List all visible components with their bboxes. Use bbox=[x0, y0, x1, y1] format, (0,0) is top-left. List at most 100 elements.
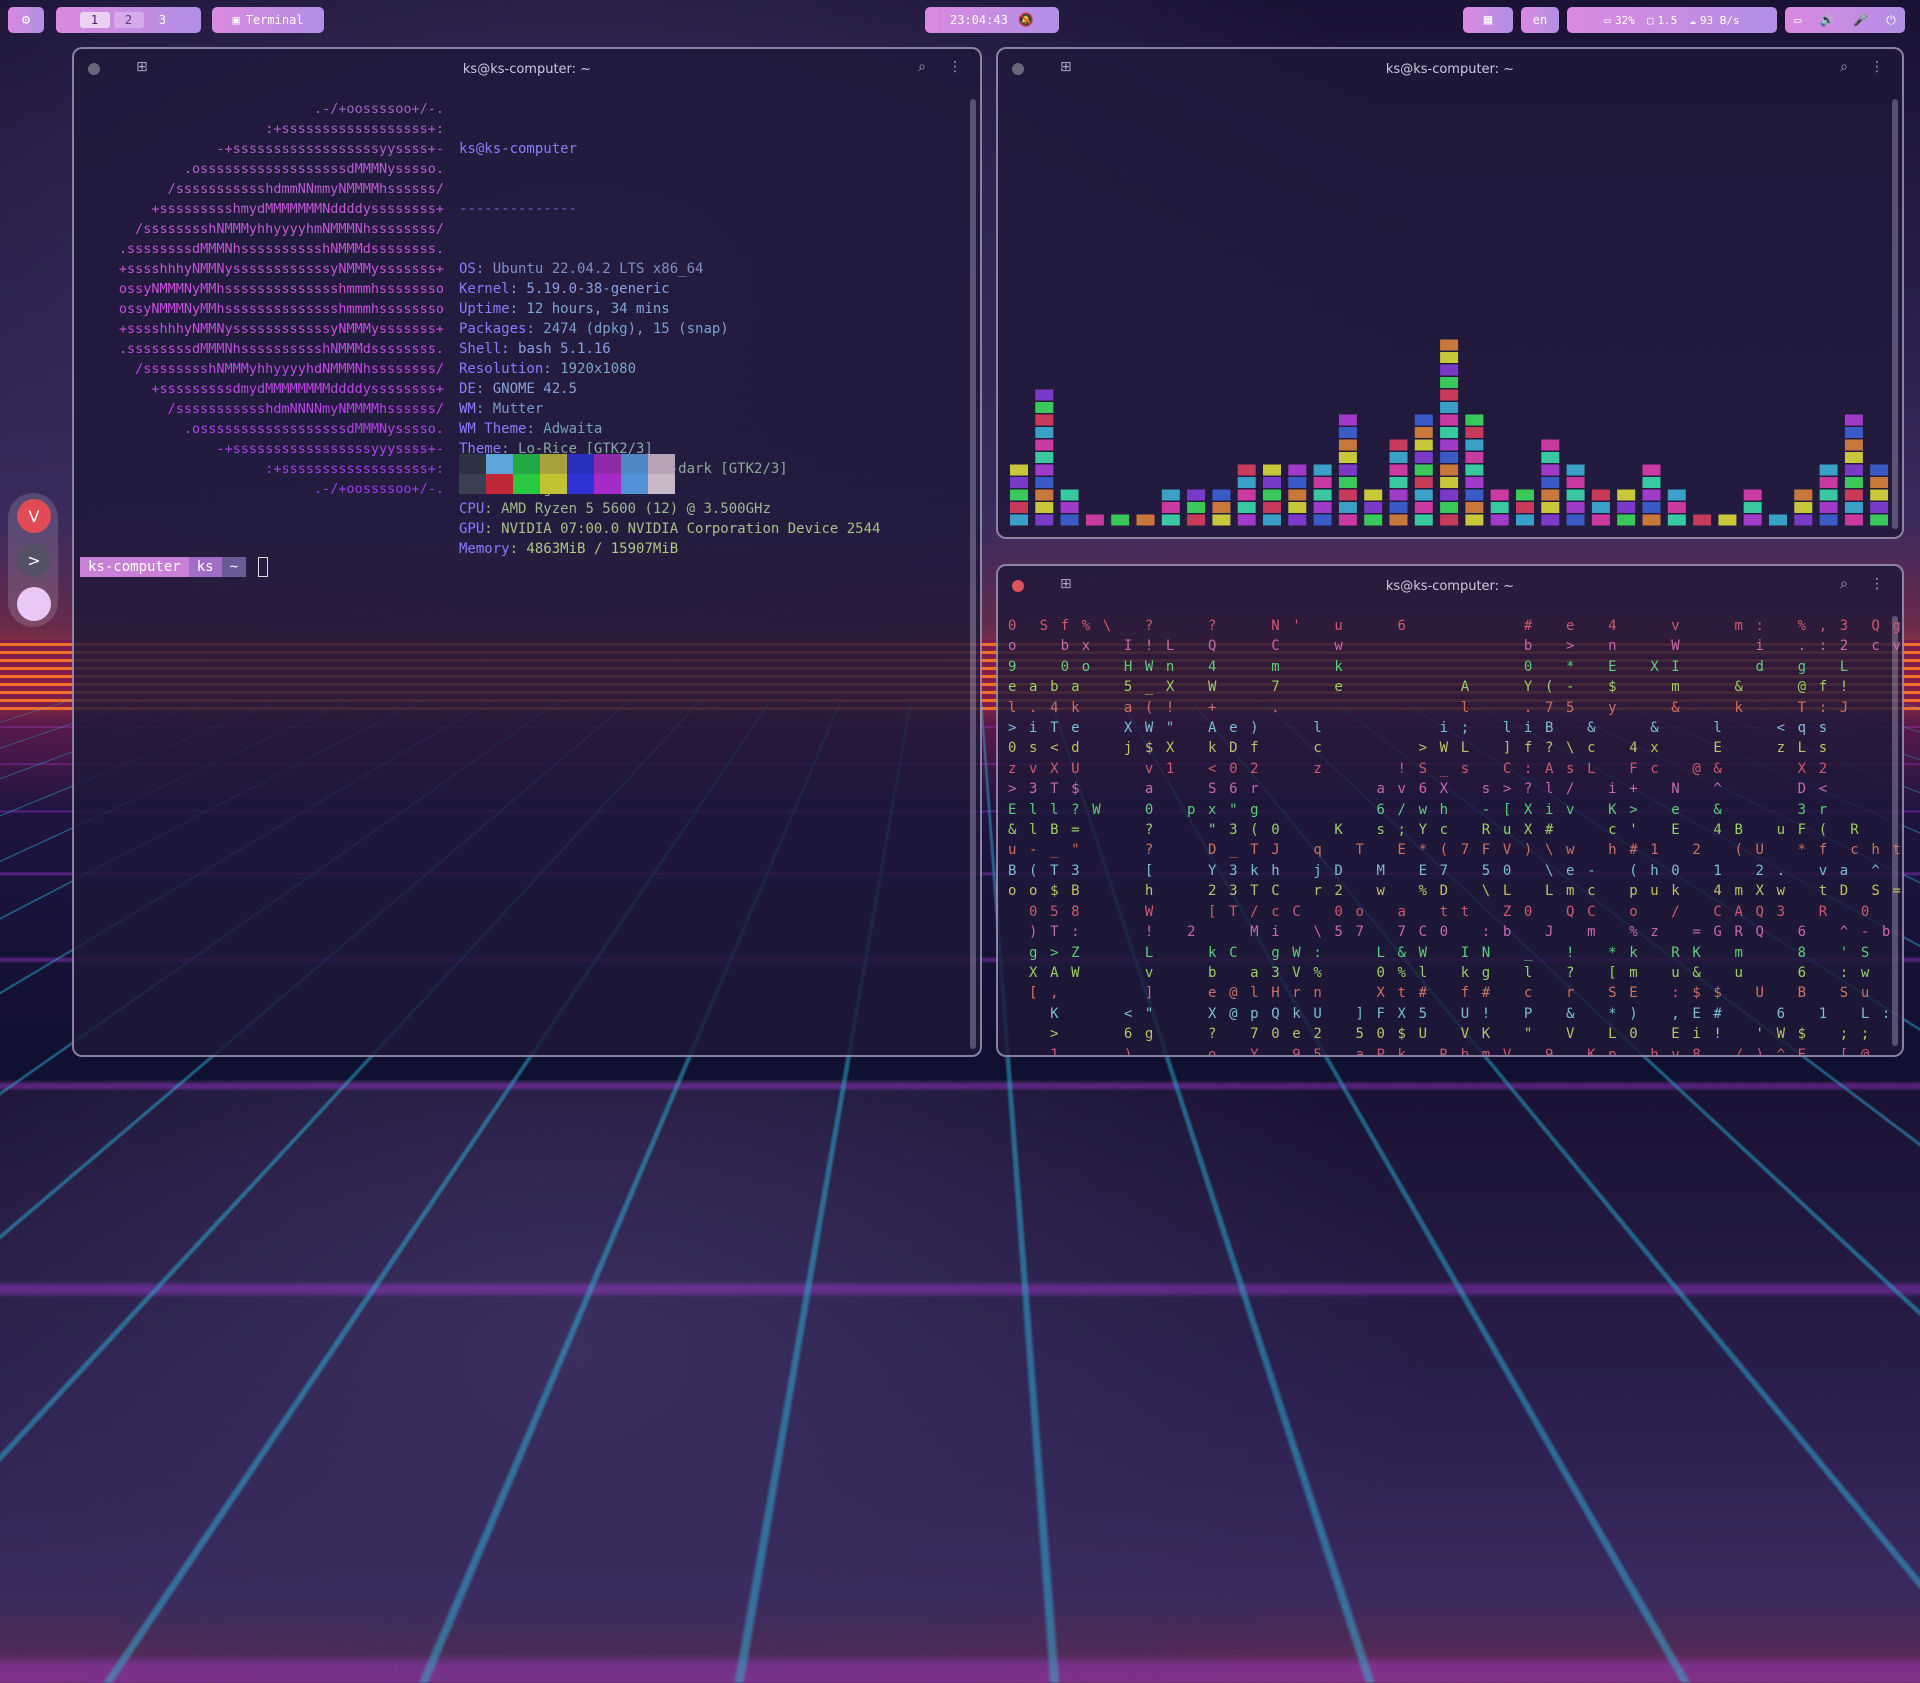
window-title: ks@ks-computer: ~ bbox=[74, 62, 980, 77]
menu-icon[interactable]: ⋮ bbox=[1870, 59, 1884, 75]
matrix-line: > i T e X W " A e ) l i ; l i B & & l < … bbox=[1008, 718, 1892, 738]
visualizer-bar bbox=[1794, 502, 1812, 513]
color-swatch bbox=[540, 454, 567, 474]
menu-icon[interactable]: ⋮ bbox=[948, 59, 962, 75]
activities-button[interactable]: ⚙ bbox=[8, 7, 44, 33]
visualizer-bar bbox=[1288, 515, 1306, 526]
search-icon[interactable]: ⌕ bbox=[1840, 59, 1848, 75]
visualizer-bar bbox=[1491, 515, 1509, 526]
visualizer-bar bbox=[1820, 515, 1838, 526]
visualizer-bar bbox=[1035, 515, 1053, 526]
prompt-path: ~ bbox=[222, 557, 246, 577]
visualizer-bar bbox=[1339, 465, 1357, 476]
visualizer-bar bbox=[1035, 477, 1053, 488]
app-grid-icon[interactable] bbox=[17, 587, 51, 621]
visualizer-bar bbox=[1465, 415, 1483, 426]
neofetch-header: ks@ks-computer bbox=[459, 139, 880, 159]
info-value: : GNOME 42.5 bbox=[476, 381, 577, 397]
visualizer-bar bbox=[1010, 477, 1028, 488]
audio-visualizer bbox=[1008, 91, 1888, 531]
notifications-off-icon: 🔕 bbox=[1018, 14, 1034, 27]
color-swatch bbox=[594, 454, 621, 474]
matrix-line: ) T : ! 2 M i \ 5 7 7 C 0 : b J m % z = … bbox=[1008, 922, 1892, 942]
visualizer-bar bbox=[1440, 465, 1458, 476]
titlebar[interactable]: ⊞ ks@ks-computer: ~ ⌕ ⋮ bbox=[998, 566, 1902, 606]
visualizer-bar bbox=[1390, 477, 1408, 488]
visualizer-bar bbox=[1263, 502, 1281, 513]
visualizer-bar bbox=[1718, 515, 1736, 526]
side-dock: V > bbox=[8, 493, 58, 627]
screen-icon[interactable]: ▭ bbox=[1794, 14, 1801, 26]
matrix-line: u - _ " ? D _ T J q T E * ( 7 F V ) \ w … bbox=[1008, 840, 1892, 860]
volume-icon[interactable]: 🔊 bbox=[1820, 14, 1835, 26]
visualizer-bar bbox=[1288, 465, 1306, 476]
visualizer-bar bbox=[1238, 515, 1256, 526]
workspace-3[interactable]: 3 bbox=[148, 12, 178, 28]
visualizer-bar bbox=[1693, 515, 1711, 526]
terminal-window-left[interactable]: ⊞ ks@ks-computer: ~ ⌕ ⋮ .-/+oossssoo+/-.… bbox=[72, 47, 982, 1057]
matrix-line: 9 0 o H W n 4 m k 0 * E X I d g L bbox=[1008, 657, 1892, 677]
display-icon: ▢ bbox=[1647, 15, 1654, 26]
visualizer-bar bbox=[1541, 477, 1559, 488]
visualizer-bar bbox=[1415, 490, 1433, 501]
terminal-icon: ▣ bbox=[232, 14, 239, 26]
titlebar[interactable]: ⊞ ks@ks-computer: ~ ⌕ ⋮ bbox=[74, 49, 980, 89]
search-icon[interactable]: ⌕ bbox=[1840, 576, 1848, 592]
visualizer-bar bbox=[1592, 515, 1610, 526]
visualizer-bar bbox=[1516, 490, 1534, 501]
shell-prompt[interactable]: ks-computer ks ~ bbox=[80, 557, 268, 577]
clock-widget[interactable]: 23:04:43 🔕 bbox=[925, 7, 1059, 33]
visualizer-bar bbox=[1035, 440, 1053, 451]
color-swatch bbox=[594, 474, 621, 494]
terminal-window-matrix[interactable]: ⊞ ks@ks-computer: ~ ⌕ ⋮ 0 S f % \ ? ? N … bbox=[996, 564, 1904, 1057]
visualizer-bar bbox=[1440, 365, 1458, 376]
titlebar[interactable]: ⊞ ks@ks-computer: ~ ⌕ ⋮ bbox=[998, 49, 1902, 89]
visualizer-bar bbox=[1465, 452, 1483, 463]
visualizer-bar bbox=[1617, 502, 1635, 513]
visualizer-bar bbox=[1061, 502, 1079, 513]
taskbar-terminal-label: Terminal bbox=[246, 13, 304, 27]
info-key: Packages bbox=[459, 321, 526, 337]
visualizer-bar bbox=[1440, 427, 1458, 438]
scrollbar[interactable] bbox=[1892, 99, 1898, 529]
terminal-dock-icon[interactable]: > bbox=[17, 543, 51, 577]
matrix-line: g > Z L k C g W : L & W I N _ ! * k R K … bbox=[1008, 943, 1892, 963]
visualizer-bar bbox=[1465, 465, 1483, 476]
visualizer-bar bbox=[1820, 502, 1838, 513]
scrollbar[interactable] bbox=[1892, 616, 1898, 1046]
neofetch-info: ks@ks-computer -------------- OS: Ubuntu… bbox=[459, 99, 880, 599]
color-swatch bbox=[459, 474, 486, 494]
matrix-line: e a b a 5 _ X W 7 e A Y ( - $ m & @ f ! bbox=[1008, 677, 1892, 697]
logo-line: /sssssssshNMMMyhhyyyyhmNMMMNhssssssss/ bbox=[74, 219, 444, 239]
search-icon[interactable]: ⌕ bbox=[918, 59, 926, 75]
workspace-1[interactable]: 1 bbox=[80, 12, 110, 28]
terminal-window-visualizer[interactable]: ⊞ ks@ks-computer: ~ ⌕ ⋮ bbox=[996, 47, 1904, 539]
workspace-2[interactable]: 2 bbox=[114, 12, 144, 28]
visualizer-bar bbox=[1010, 502, 1028, 513]
visualizer-bar bbox=[1820, 490, 1838, 501]
vivaldi-icon[interactable]: V bbox=[17, 499, 51, 533]
visualizer-bar bbox=[1010, 490, 1028, 501]
visualizer-bar bbox=[1567, 502, 1585, 513]
power-icon[interactable]: ⏻ bbox=[1886, 14, 1896, 26]
menu-icon[interactable]: ⋮ bbox=[1870, 576, 1884, 592]
logo-line: /sssssssshNMMMyhhyyyyhdNMMMNhssssssss/ bbox=[74, 359, 444, 379]
color-swatch bbox=[486, 454, 513, 474]
prompt-user: ks bbox=[189, 557, 222, 577]
visualizer-bar bbox=[1162, 502, 1180, 513]
taskbar-terminal[interactable]: ▣ Terminal bbox=[212, 7, 324, 33]
matrix-line: 0 s < d j $ X k D f c > W L ] f ? \ c 4 … bbox=[1008, 738, 1892, 758]
scrollbar[interactable] bbox=[970, 99, 976, 1049]
language-indicator[interactable]: en bbox=[1521, 7, 1559, 33]
system-monitor[interactable]: ▭ 32% ▢ 1.5 ☁ 93 B/s bbox=[1567, 7, 1777, 33]
microphone-icon[interactable]: 🎤 bbox=[1853, 14, 1868, 26]
visualizer-bar bbox=[1162, 515, 1180, 526]
layout-toggle[interactable]: ▦ bbox=[1463, 7, 1513, 33]
matrix-line: & l B = ? " 3 ( 0 K s ; Y c R u X # c ' … bbox=[1008, 820, 1892, 840]
language-label: en bbox=[1533, 13, 1547, 27]
info-key: GPU bbox=[459, 521, 484, 537]
color-swatch bbox=[621, 454, 648, 474]
logo-line: .ssssssssdMMMNhsssssssssshNMMMdssssssss. bbox=[74, 339, 444, 359]
visualizer-bar bbox=[1364, 502, 1382, 513]
info-value: : Mutter bbox=[476, 401, 543, 417]
